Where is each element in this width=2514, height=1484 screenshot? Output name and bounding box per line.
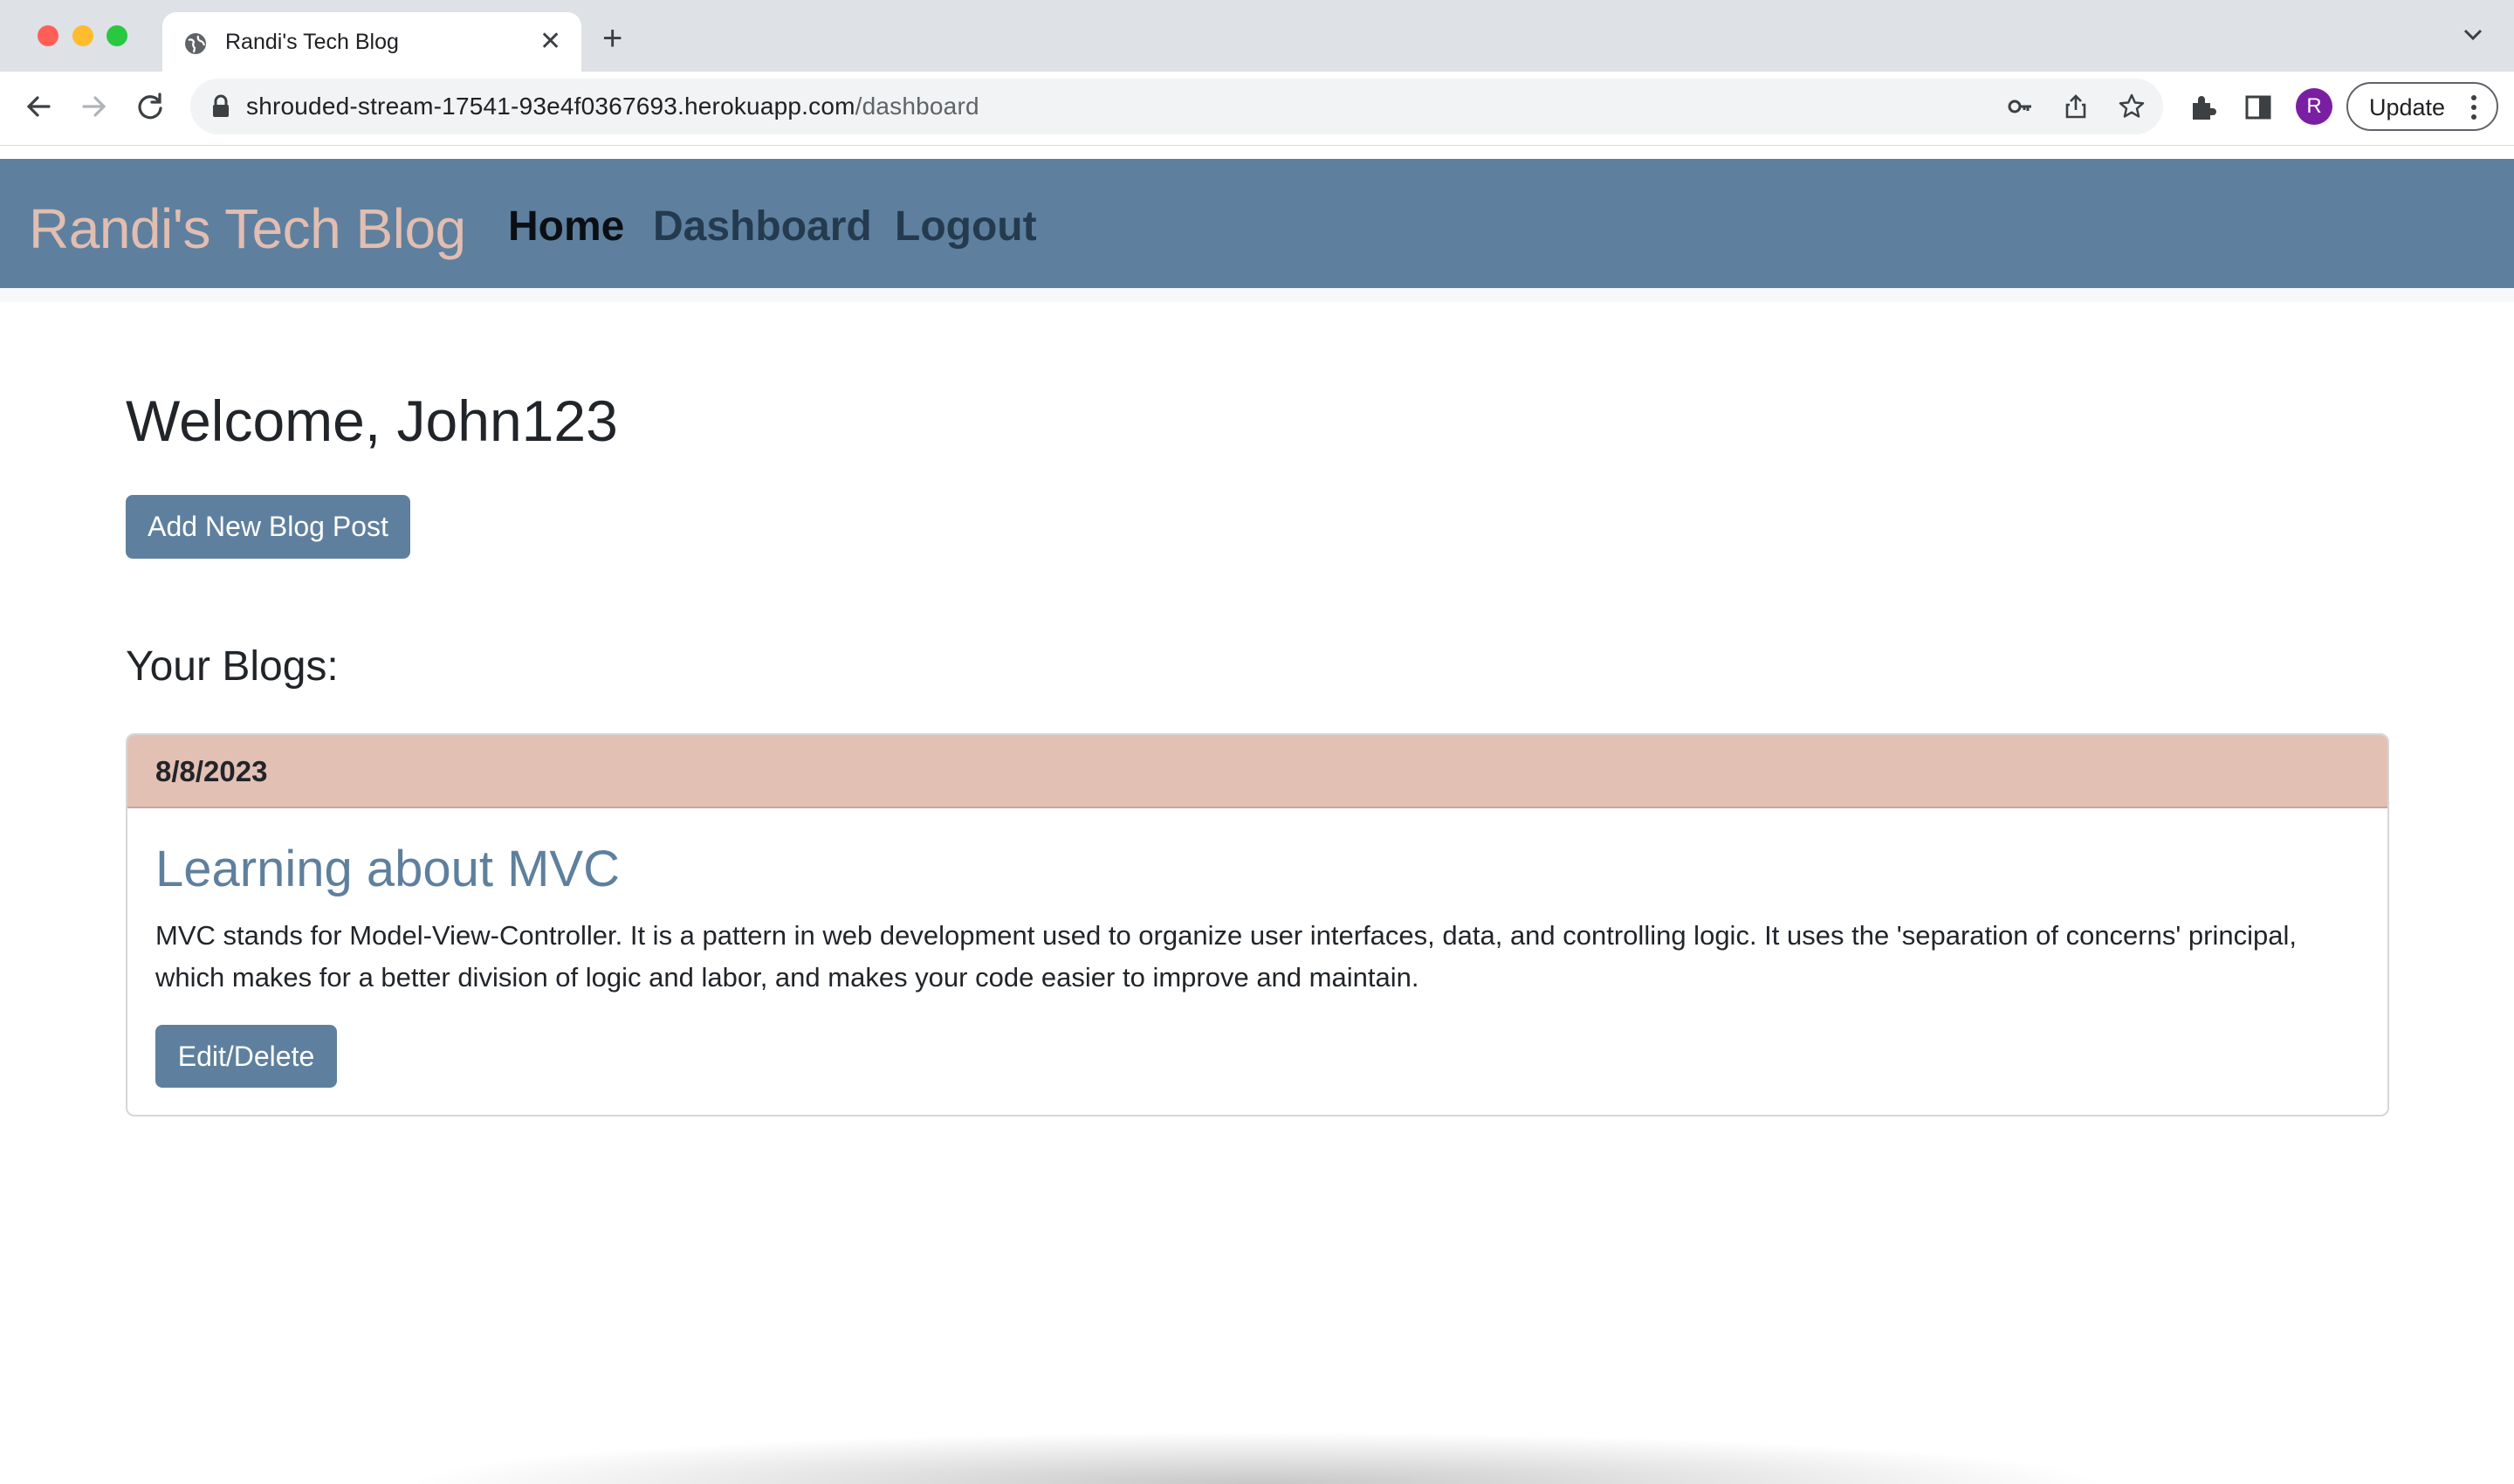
window-bottom-shadow — [402, 1432, 2112, 1484]
new-tab-button[interactable]: + — [602, 21, 622, 56]
tab-title: Randi's Tech Blog — [225, 30, 399, 54]
blog-post-card: 8/8/2023 Learning about MVC MVC stands f… — [126, 733, 2389, 1116]
nav-logout-link[interactable]: Logout — [895, 199, 1037, 255]
address-bar[interactable]: shrouded-stream-17541-93e4f0367693.herok… — [190, 79, 2163, 134]
tab-search-chevron-icon[interactable] — [2460, 26, 2486, 44]
forward-arrow-icon[interactable] — [75, 87, 113, 126]
browser-tab-strip: Randi's Tech Blog ✕ + — [0, 0, 2514, 72]
lock-icon[interactable] — [210, 94, 232, 119]
blog-post-date: 8/8/2023 — [155, 755, 268, 787]
globe-icon — [185, 33, 206, 54]
close-window-button[interactable] — [38, 25, 58, 46]
nav-home-link[interactable]: Home — [508, 199, 624, 255]
reload-icon[interactable] — [131, 87, 169, 126]
add-new-blog-post-button[interactable]: Add New Blog Post — [126, 495, 410, 559]
edit-delete-button[interactable]: Edit/Delete — [155, 1025, 337, 1088]
navbar-divider — [0, 288, 2514, 302]
minimize-window-button[interactable] — [72, 25, 93, 46]
profile-avatar[interactable]: R — [2296, 88, 2332, 125]
your-blogs-heading: Your Blogs: — [126, 643, 339, 690]
blog-post-title[interactable]: Learning about MVC — [155, 838, 620, 901]
url-path: /dashboard — [855, 93, 979, 120]
key-icon[interactable] — [2006, 93, 2034, 120]
zoom-window-button[interactable] — [106, 25, 127, 46]
url-host: shrouded-stream-17541-93e4f0367693.herok… — [246, 93, 855, 120]
extensions-icon[interactable] — [2188, 93, 2217, 122]
star-icon[interactable] — [2118, 93, 2146, 120]
blog-post-body: MVC stands for Model-View-Controller. It… — [155, 920, 2297, 993]
browser-tab[interactable]: Randi's Tech Blog ✕ — [162, 12, 581, 72]
back-arrow-icon[interactable] — [19, 87, 58, 126]
kebab-menu-icon[interactable] — [2470, 94, 2477, 120]
site-navbar: Randi's Tech Blog Home Dashboard Logout — [0, 159, 2514, 288]
close-tab-icon[interactable]: ✕ — [539, 28, 561, 56]
update-label: Update — [2369, 94, 2446, 120]
nav-dashboard-link[interactable]: Dashboard — [653, 199, 872, 255]
site-brand[interactable]: Randi's Tech Blog — [29, 194, 466, 264]
blog-post-header: 8/8/2023 — [127, 735, 2387, 808]
update-button[interactable]: Update — [2346, 82, 2498, 131]
welcome-heading: Welcome, John123 — [126, 388, 618, 453]
share-icon[interactable] — [2062, 93, 2090, 120]
side-panel-icon[interactable] — [2243, 93, 2273, 122]
browser-toolbar: shrouded-stream-17541-93e4f0367693.herok… — [0, 72, 2514, 146]
url-text: shrouded-stream-17541-93e4f0367693.herok… — [246, 91, 979, 122]
